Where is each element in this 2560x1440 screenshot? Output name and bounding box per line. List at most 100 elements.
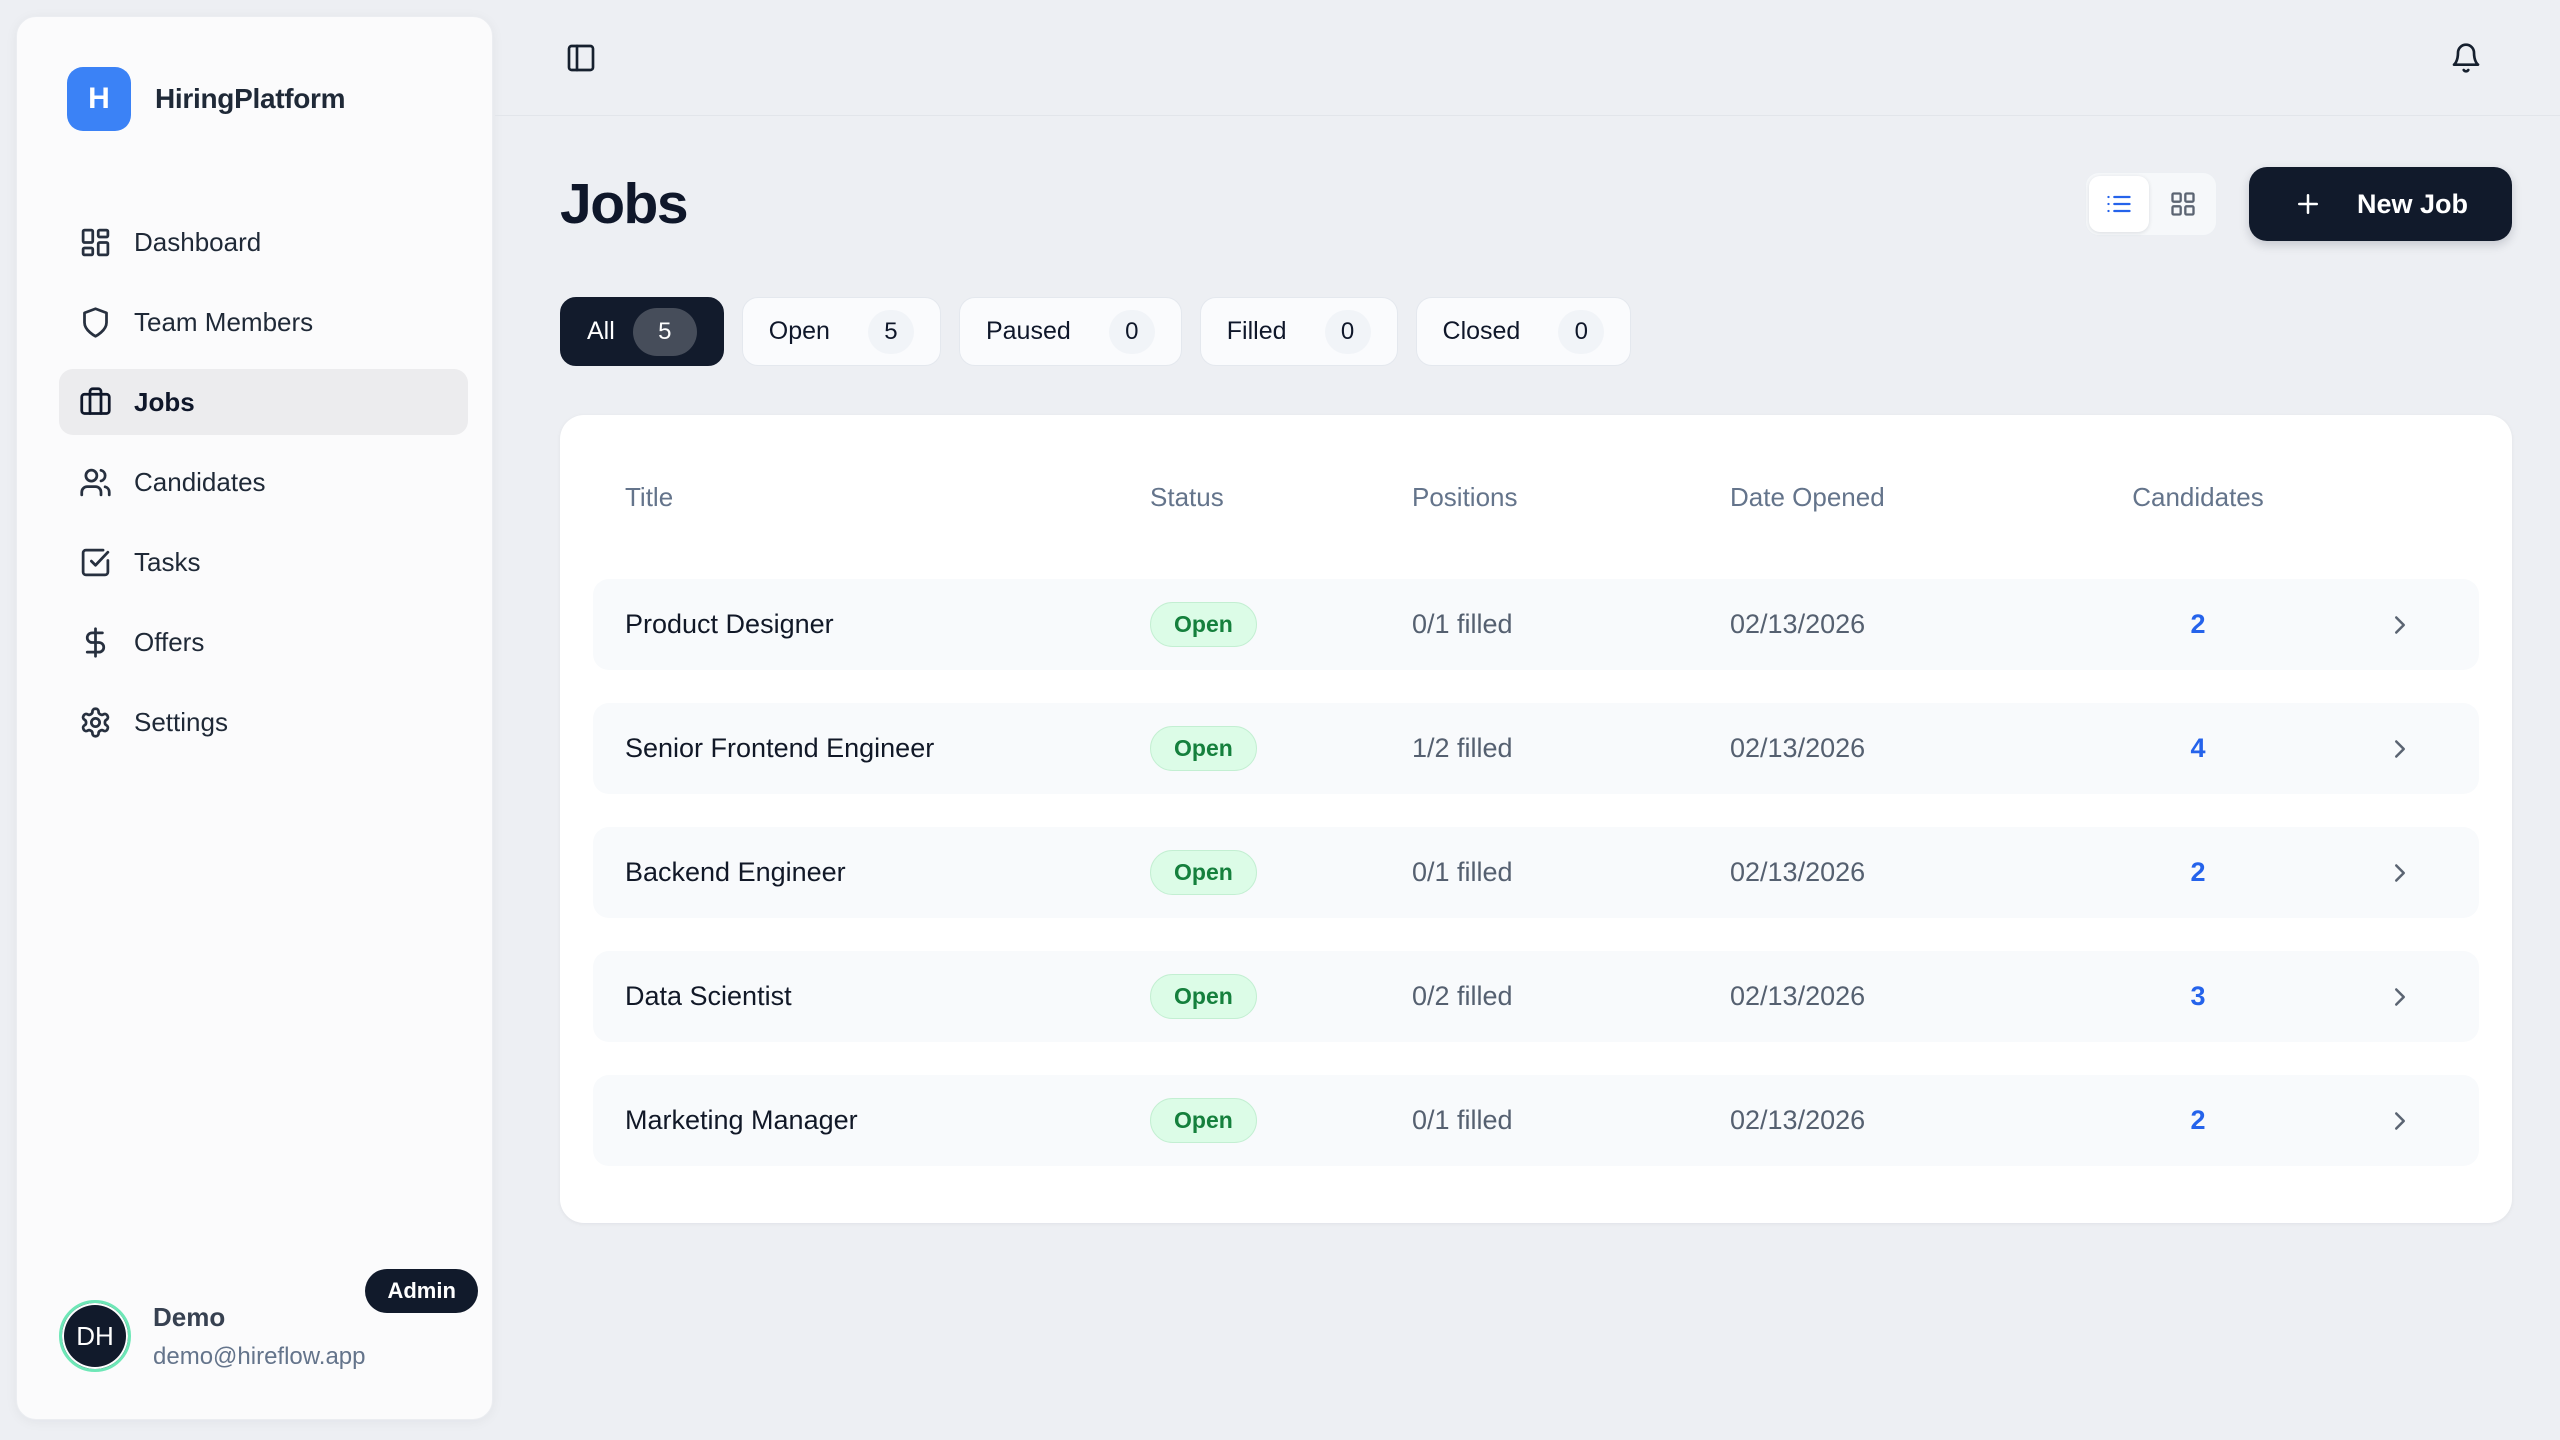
notifications-button[interactable] <box>2446 38 2486 78</box>
date-opened-cell: 02/13/2026 <box>1730 1105 2048 1136</box>
job-title-cell: Marketing Manager <box>625 1105 1150 1136</box>
gear-icon <box>79 706 112 739</box>
sidebar-item-label: Settings <box>134 707 228 738</box>
filter-label: Paused <box>986 317 1071 346</box>
filter-count: 5 <box>633 308 697 356</box>
column-header-title: Title <box>625 482 1150 513</box>
topbar <box>495 0 2560 116</box>
sidebar-item-dashboard[interactable]: Dashboard <box>59 209 468 275</box>
positions-cell: 0/2 filled <box>1412 981 1730 1012</box>
candidates-count[interactable]: 2 <box>2190 857 2205 888</box>
plus-icon <box>2293 189 2323 219</box>
status-filters: All 5 Open 5 Paused 0 Filled 0 Closed 0 <box>560 297 2512 366</box>
filter-count: 5 <box>868 310 914 354</box>
table-row[interactable]: Data Scientist Open 0/2 filled 02/13/202… <box>593 951 2479 1042</box>
table-body: Product Designer Open 0/1 filled 02/13/2… <box>560 579 2512 1166</box>
role-badge: Admin <box>365 1269 477 1313</box>
table-row[interactable]: Product Designer Open 0/1 filled 02/13/2… <box>593 579 2479 670</box>
candidates-count[interactable]: 4 <box>2190 733 2205 764</box>
sidebar-item-label: Candidates <box>134 467 266 498</box>
date-opened-cell: 02/13/2026 <box>1730 733 2048 764</box>
toggle-sidebar-button[interactable] <box>561 38 601 78</box>
sidebar-item-label: Jobs <box>134 387 195 418</box>
check-square-icon <box>79 546 112 579</box>
status-badge: Open <box>1150 1098 1257 1143</box>
job-title-cell: Senior Frontend Engineer <box>625 733 1150 764</box>
list-view-button[interactable] <box>2089 176 2149 232</box>
sidebar-item-team-members[interactable]: Team Members <box>59 289 468 355</box>
positions-cell: 0/1 filled <box>1412 857 1730 888</box>
filter-label: Closed <box>1443 317 1521 346</box>
user-email: demo@hireflow.app <box>153 1343 365 1371</box>
grid-view-button[interactable] <box>2153 176 2213 232</box>
candidates-count[interactable]: 2 <box>2190 609 2205 640</box>
grid-icon <box>2169 190 2197 218</box>
chevron-right-icon <box>2385 982 2415 1012</box>
chevron-right-icon <box>2385 734 2415 764</box>
positions-cell: 1/2 filled <box>1412 733 1730 764</box>
filter-count: 0 <box>1109 310 1155 354</box>
candidates-count[interactable]: 3 <box>2190 981 2205 1012</box>
column-header-date-opened: Date Opened <box>1730 482 2048 513</box>
row-chevron-button[interactable] <box>2381 978 2419 1016</box>
filter-tab-paused[interactable]: Paused 0 <box>959 297 1182 366</box>
app-logo: H <box>67 67 131 131</box>
list-icon <box>2105 190 2133 218</box>
app-title: HiringPlatform <box>155 83 345 115</box>
user-menu[interactable]: DH Demo demo@hireflow.app Admin <box>17 1267 492 1419</box>
sidebar-item-label: Team Members <box>134 307 313 338</box>
bell-icon <box>2450 42 2482 74</box>
table-row[interactable]: Marketing Manager Open 0/1 filled 02/13/… <box>593 1075 2479 1166</box>
job-title-cell: Product Designer <box>625 609 1150 640</box>
row-chevron-button[interactable] <box>2381 730 2419 768</box>
row-chevron-button[interactable] <box>2381 606 2419 644</box>
filter-label: Open <box>769 317 830 346</box>
sidebar-item-offers[interactable]: Offers <box>59 609 468 675</box>
chevron-right-icon <box>2385 1106 2415 1136</box>
sidebar-item-settings[interactable]: Settings <box>59 689 468 755</box>
sidebar-item-label: Tasks <box>134 547 200 578</box>
sidebar-nav: Dashboard Team Members Jobs Candidates T… <box>59 209 468 755</box>
user-name: Demo <box>153 1302 365 1333</box>
avatar-initials: DH <box>76 1321 114 1352</box>
shield-icon <box>79 306 112 339</box>
users-icon <box>79 466 112 499</box>
chevron-right-icon <box>2385 858 2415 888</box>
row-chevron-button[interactable] <box>2381 1102 2419 1140</box>
job-title-cell: Data Scientist <box>625 981 1150 1012</box>
avatar: DH <box>59 1300 131 1372</box>
table-row[interactable]: Backend Engineer Open 0/1 filled 02/13/2… <box>593 827 2479 918</box>
app-brand: H HiringPlatform <box>67 67 492 131</box>
table-row[interactable]: Senior Frontend Engineer Open 1/2 filled… <box>593 703 2479 794</box>
column-header-status: Status <box>1150 482 1412 513</box>
page-title: Jobs <box>560 171 687 237</box>
date-opened-cell: 02/13/2026 <box>1730 609 2048 640</box>
row-chevron-button[interactable] <box>2381 854 2419 892</box>
app-logo-letter: H <box>88 82 110 116</box>
column-header-positions: Positions <box>1412 482 1730 513</box>
sidebar-item-jobs[interactable]: Jobs <box>59 369 468 435</box>
sidebar-item-tasks[interactable]: Tasks <box>59 529 468 595</box>
filter-tab-open[interactable]: Open 5 <box>742 297 941 366</box>
candidates-count[interactable]: 2 <box>2190 1105 2205 1136</box>
status-badge: Open <box>1150 726 1257 771</box>
sidebar-item-candidates[interactable]: Candidates <box>59 449 468 515</box>
filter-tab-all[interactable]: All 5 <box>560 297 724 366</box>
column-header-candidates: Candidates <box>2132 482 2264 513</box>
main-content: Jobs New Job All 5 Open 5 <box>495 117 2560 1440</box>
filter-tab-closed[interactable]: Closed 0 <box>1416 297 1632 366</box>
new-job-button[interactable]: New Job <box>2249 167 2512 241</box>
briefcase-icon <box>79 386 112 419</box>
user-meta: Demo demo@hireflow.app <box>153 1302 365 1371</box>
panel-left-icon <box>565 42 597 74</box>
filter-count: 0 <box>1558 310 1604 354</box>
filter-label: All <box>587 317 615 346</box>
filter-tab-filled[interactable]: Filled 0 <box>1200 297 1398 366</box>
job-title-cell: Backend Engineer <box>625 857 1150 888</box>
status-badge: Open <box>1150 974 1257 1019</box>
view-toggle <box>2085 172 2217 236</box>
date-opened-cell: 02/13/2026 <box>1730 857 2048 888</box>
date-opened-cell: 02/13/2026 <box>1730 981 2048 1012</box>
positions-cell: 0/1 filled <box>1412 609 1730 640</box>
filter-label: Filled <box>1227 317 1287 346</box>
